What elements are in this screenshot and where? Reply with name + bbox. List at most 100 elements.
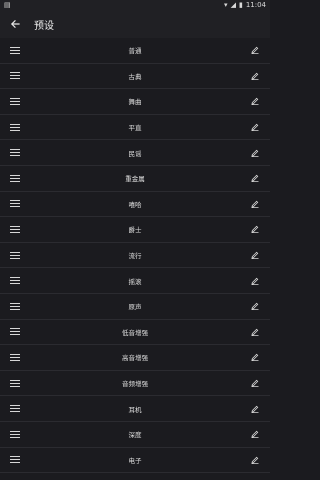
list-item[interactable]: 嘻哈 <box>0 192 270 218</box>
edit-button[interactable] <box>240 320 270 345</box>
edit-button[interactable] <box>240 166 270 191</box>
drag-handle[interactable] <box>0 64 30 89</box>
edit-pencil-icon <box>251 251 259 260</box>
edit-button[interactable] <box>240 89 270 114</box>
battery-icon: ▮ <box>238 1 243 9</box>
drag-handle-icon <box>10 277 20 285</box>
drag-handle[interactable] <box>0 320 30 345</box>
arrow-back-icon <box>10 19 20 29</box>
edit-button[interactable] <box>240 268 270 293</box>
edit-pencil-icon <box>251 200 259 208</box>
drag-handle[interactable] <box>0 396 30 421</box>
page-title: 预设 <box>34 20 54 32</box>
status-time: 11:04 <box>245 1 266 9</box>
edit-button[interactable] <box>240 217 270 242</box>
edit-pencil-icon <box>251 302 259 311</box>
list-item[interactable]: 民谣 <box>0 140 270 166</box>
edit-button[interactable] <box>240 396 270 421</box>
list-item[interactable]: 古典 <box>0 64 270 90</box>
drag-handle-icon <box>10 302 20 310</box>
edit-button[interactable] <box>240 115 270 140</box>
edit-pencil-icon <box>251 456 259 464</box>
drag-handle-icon <box>10 174 20 182</box>
edit-button[interactable] <box>240 422 270 447</box>
drag-handle[interactable] <box>0 38 30 63</box>
list-item[interactable]: 舞曲 <box>0 89 270 115</box>
list-item[interactable]: 平直 <box>0 115 270 141</box>
preset-name: 原声 <box>128 303 142 312</box>
app-bar: 预设 <box>0 10 270 38</box>
drag-handle-icon <box>10 251 20 259</box>
preset-name: 摇滚 <box>128 277 142 286</box>
edit-button[interactable] <box>240 140 270 165</box>
preset-name: 耳机 <box>128 405 142 414</box>
list-item[interactable]: 流行 <box>0 243 270 269</box>
drag-handle-icon <box>10 200 20 208</box>
preset-name: 民谣 <box>128 149 142 158</box>
drag-handle[interactable] <box>0 243 30 268</box>
preset-name: 爵士 <box>128 226 142 235</box>
drag-handle[interactable] <box>0 294 30 319</box>
edit-pencil-icon <box>251 98 259 106</box>
edit-pencil-icon <box>251 47 259 55</box>
edit-pencil-icon <box>251 277 259 285</box>
list-item[interactable]: 低音增强 <box>0 320 270 346</box>
edit-button[interactable] <box>240 243 270 268</box>
edit-button[interactable] <box>240 371 270 396</box>
preset-name: 音频增强 <box>122 380 148 389</box>
list-item[interactable]: 深度 <box>0 422 270 448</box>
list-item[interactable]: 爵士 <box>0 217 270 243</box>
drag-handle[interactable] <box>0 89 30 114</box>
edit-pencil-icon <box>251 72 259 80</box>
edit-button[interactable] <box>240 345 270 370</box>
drag-handle[interactable] <box>0 140 30 165</box>
preset-name: 平直 <box>128 124 142 133</box>
edit-pencil-icon <box>251 328 259 336</box>
edit-pencil-icon <box>251 379 259 388</box>
preset-name: 电子 <box>128 456 142 465</box>
preset-name: 低音增强 <box>122 328 148 337</box>
wifi-icon: ▾ <box>224 1 228 9</box>
back-button[interactable] <box>0 10 30 38</box>
edit-button[interactable] <box>240 192 270 217</box>
list-item[interactable]: 音频增强 <box>0 371 270 397</box>
list-item[interactable]: 电子 <box>0 448 270 474</box>
drag-handle-icon <box>10 225 20 233</box>
drag-handle-icon <box>10 379 20 387</box>
list-item[interactable]: 摇滚 <box>0 268 270 294</box>
drag-handle[interactable] <box>0 448 30 473</box>
preset-name: 古典 <box>128 72 142 81</box>
drag-handle-icon <box>10 97 20 105</box>
preset-name: 重金属 <box>125 175 145 184</box>
drag-handle[interactable] <box>0 115 30 140</box>
list-item[interactable]: 普通 <box>0 38 270 64</box>
edit-button[interactable] <box>240 38 270 63</box>
edit-button[interactable] <box>240 448 270 473</box>
drag-handle-icon <box>10 123 20 131</box>
edit-pencil-icon <box>251 430 259 439</box>
drag-handle[interactable] <box>0 371 30 396</box>
preset-list: 普通 古典 舞曲 平直 民谣 重金属 嘻哈 爵士 流行 摇滚 原声 低音增强 高… <box>0 38 270 480</box>
list-item[interactable]: 高音增强 <box>0 345 270 371</box>
drag-handle[interactable] <box>0 166 30 191</box>
drag-handle[interactable] <box>0 192 30 217</box>
edit-pencil-icon <box>251 149 259 157</box>
drag-handle[interactable] <box>0 217 30 242</box>
list-item[interactable]: 耳机 <box>0 396 270 422</box>
drag-handle[interactable] <box>0 422 30 447</box>
preset-name: 舞曲 <box>128 98 142 107</box>
edit-button[interactable] <box>240 294 270 319</box>
edit-button[interactable] <box>240 64 270 89</box>
signal-icon: ◢ <box>230 1 236 9</box>
list-item[interactable]: 原声 <box>0 294 270 320</box>
list-item[interactable]: 重金属 <box>0 166 270 192</box>
drag-handle-icon <box>10 328 20 336</box>
notification-icon: ▤ <box>4 1 11 9</box>
preset-name: 嘻哈 <box>128 200 142 209</box>
drag-handle[interactable] <box>0 268 30 293</box>
edit-pencil-icon <box>251 226 259 234</box>
drag-handle-icon <box>10 72 20 80</box>
drag-handle[interactable] <box>0 345 30 370</box>
edit-pencil-icon <box>251 405 259 413</box>
drag-handle-icon <box>10 149 20 157</box>
